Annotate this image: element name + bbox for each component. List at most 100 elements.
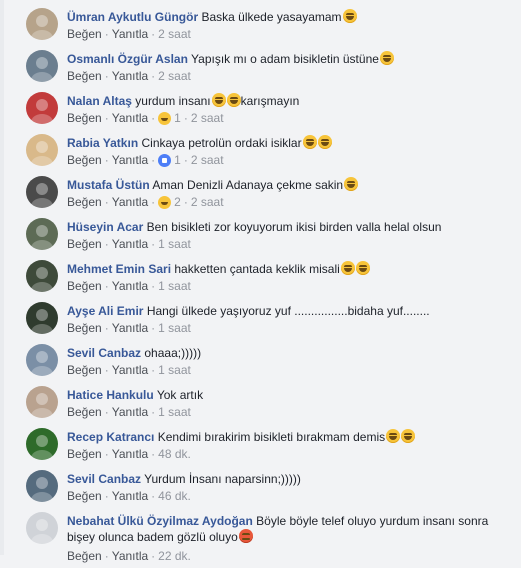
comment-meta: Beğen · Yanıtla · 2 saat [67,26,191,42]
separator-dot: · [151,405,156,419]
separator-dot: · [104,321,109,335]
author-name[interactable]: Sevil Canbaz [67,472,141,486]
author-name[interactable]: Osmanlı Özgür Aslan [67,52,188,66]
like-link[interactable]: Beğen [67,279,102,293]
timestamp[interactable]: 1 saat [158,363,191,377]
comment-item: Sevil Canbaz Yurdum İnsanı naparsinn;)))… [22,466,521,508]
like-link[interactable]: Beğen [67,27,102,41]
reaction-count[interactable]: 2 [174,195,181,209]
separator-dot: · [104,195,109,209]
reply-link[interactable]: Yanıtla [112,447,148,461]
reply-link[interactable]: Yanıtla [112,321,148,335]
like-link[interactable]: Beğen [67,363,102,377]
comment-item: Nebahat Ülkü Özyilmaz Aydoğan Böyle böyl… [22,508,521,568]
like-link[interactable]: Beğen [67,69,102,83]
avatar[interactable] [26,512,58,544]
author-name[interactable]: Hatice Hankulu [67,388,154,402]
separator-dot: · [104,69,109,83]
angry-emoji-icon [238,529,253,543]
reply-link[interactable]: Yanıtla [112,69,148,83]
comment-text: ohaaa;))))) [144,346,202,360]
avatar[interactable] [26,428,58,460]
comment-meta: Beğen · Yanıtla · 1 · 2 saat [67,110,224,126]
like-reaction-icon[interactable] [158,154,172,167]
avatar[interactable] [26,218,58,250]
author-name[interactable]: Recep Katrancı [67,430,154,444]
reply-link[interactable]: Yanıtla [112,153,148,167]
reaction-count[interactable]: 1 [174,153,181,167]
avatar[interactable] [26,8,58,40]
like-link[interactable]: Beğen [67,153,102,167]
reply-link[interactable]: Yanıtla [112,405,148,419]
author-name[interactable]: Ayşe Ali Emir [67,304,143,318]
reply-link[interactable]: Yanıtla [112,111,148,125]
timestamp[interactable]: 2 saat [191,111,224,125]
laughing-emoji-icon [226,93,241,107]
comment-body: Ayşe Ali Emir Hangi ülkede yaşıyoruz yuf… [67,303,515,319]
author-name[interactable]: Nalan Altaş [67,94,132,108]
timestamp[interactable]: 48 dk. [158,447,191,461]
timestamp[interactable]: 1 saat [158,321,191,335]
like-link[interactable]: Beğen [67,111,102,125]
author-name[interactable]: Rabia Yatkın [67,136,138,150]
timestamp[interactable]: 1 saat [158,237,191,251]
like-link[interactable]: Beğen [67,549,102,563]
comment-body: Sevil Canbaz Yurdum İnsanı naparsinn;)))… [67,471,515,487]
timestamp[interactable]: 2 saat [158,69,191,83]
like-link[interactable]: Beğen [67,321,102,335]
timestamp[interactable]: 2 saat [158,27,191,41]
avatar[interactable] [26,470,58,502]
like-link[interactable]: Beğen [67,489,102,503]
author-name[interactable]: Sevil Canbaz [67,346,141,360]
author-name[interactable]: Mustafa Üstün [67,178,150,192]
laughing-emoji-icon [355,261,370,275]
comment-body: Hüseyin Acar Ben bisikleti zor koyuyorum… [67,219,515,235]
reply-link[interactable]: Yanıtla [112,237,148,251]
comment-item: Nalan Altaş yurdum insanı karışmayın Beğen… [22,88,521,130]
like-link[interactable]: Beğen [67,405,102,419]
separator-dot: · [183,153,188,167]
author-name[interactable]: Mehmet Emin Sari [67,262,171,276]
comment-body: Nalan Altaş yurdum insanı karışmayın [67,93,515,109]
reply-link[interactable]: Yanıtla [112,279,148,293]
reply-link[interactable]: Yanıtla [112,27,148,41]
author-name[interactable]: Hüseyin Acar [67,220,143,234]
avatar[interactable] [26,260,58,292]
reply-link[interactable]: Yanıtla [112,363,148,377]
haha-reaction-icon[interactable] [158,112,172,125]
avatar[interactable] [26,92,58,124]
reaction-count[interactable]: 1 [174,111,181,125]
avatar[interactable] [26,50,58,82]
timestamp[interactable]: 2 saat [191,153,224,167]
separator-dot: · [104,153,109,167]
comment-text: Aman Denizli Adanaya çekme sakin [152,178,344,192]
separator-dot: · [151,363,156,377]
timestamp[interactable]: 22 dk. [158,549,191,563]
left-edge-strip [0,0,4,555]
separator-dot: · [104,27,109,41]
timestamp[interactable]: 1 saat [158,405,191,419]
author-name[interactable]: Ümran Aykutlu Güngör [67,10,198,24]
like-link[interactable]: Beğen [67,237,102,251]
reply-link[interactable]: Yanıtla [112,549,148,563]
haha-reaction-icon[interactable] [158,196,172,209]
comment-text: Yok artık [156,388,204,402]
comment-list: Ümran Aykutlu Güngör Baska ülkede yasaya… [22,4,521,568]
reply-link[interactable]: Yanıtla [112,195,148,209]
comment-item: Osmanlı Özgür Aslan Yapışık mı o adam bi… [22,46,521,88]
avatar[interactable] [26,302,58,334]
avatar[interactable] [26,344,58,376]
comment-body: Mustafa Üstün Aman Denizli Adanaya çekme… [67,177,515,193]
comment-item: Recep Katrancı Kendimi bırakirim bisikle… [22,424,521,466]
timestamp[interactable]: 1 saat [158,279,191,293]
timestamp[interactable]: 46 dk. [158,489,191,503]
avatar[interactable] [26,134,58,166]
like-link[interactable]: Beğen [67,447,102,461]
avatar[interactable] [26,386,58,418]
timestamp[interactable]: 2 saat [191,195,224,209]
reply-link[interactable]: Yanıtla [112,489,148,503]
separator-dot: · [104,111,109,125]
like-link[interactable]: Beğen [67,195,102,209]
author-name[interactable]: Nebahat Ülkü Özyilmaz Aydoğan [67,514,253,528]
avatar[interactable] [26,176,58,208]
